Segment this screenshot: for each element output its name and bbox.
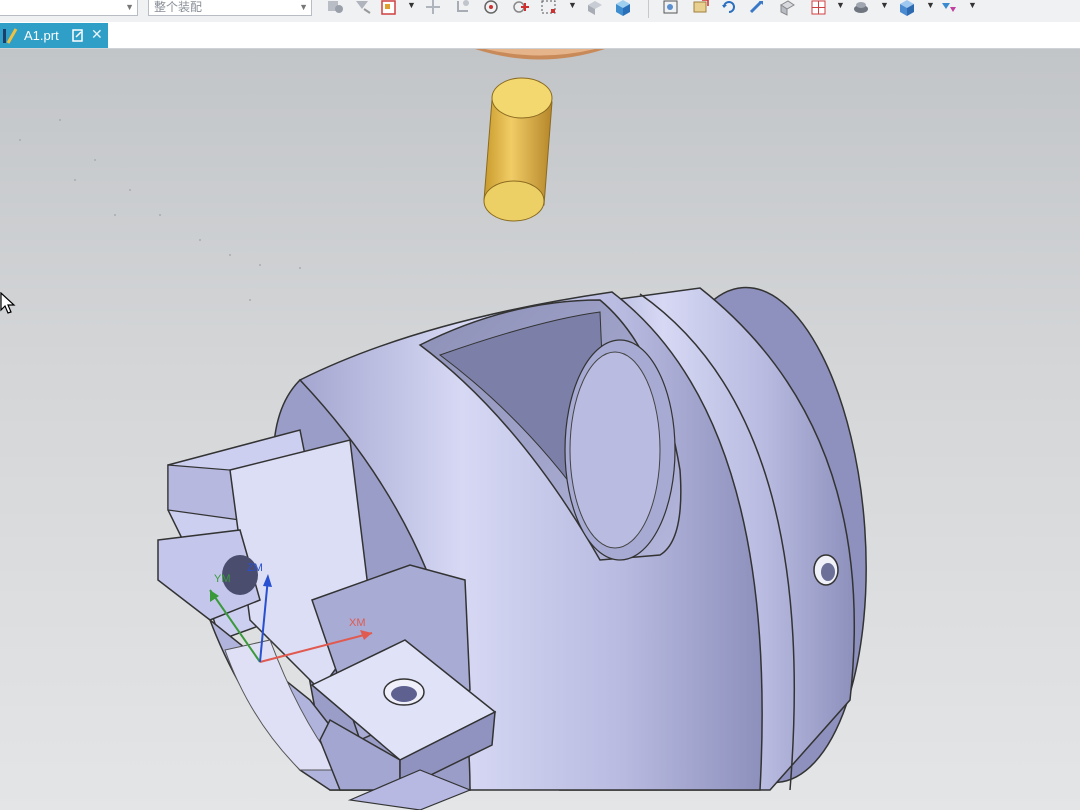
chevron-down-icon[interactable]: ▼ <box>926 0 935 10</box>
filter-view-icon[interactable] <box>938 0 960 17</box>
chevron-down-icon[interactable]: ▼ <box>407 0 416 10</box>
chevron-down-icon[interactable]: ▼ <box>968 0 977 10</box>
chevron-down-icon[interactable]: ▼ <box>836 0 845 10</box>
fit-view-icon[interactable] <box>660 0 682 17</box>
view-cube-icon[interactable] <box>896 0 918 17</box>
cube-icon[interactable] <box>612 0 634 17</box>
selection-scope-combo[interactable]: 整个装配 ▼ <box>148 0 312 16</box>
view-3d-icon[interactable] <box>584 0 606 17</box>
snap-point-icon[interactable] <box>324 0 346 17</box>
chevron-down-icon[interactable]: ▼ <box>880 0 889 10</box>
circle-center-icon[interactable] <box>480 0 502 17</box>
tab-label: A1.prt <box>24 28 59 43</box>
background-dust <box>19 119 301 301</box>
chevron-down-icon[interactable]: ▼ <box>568 0 577 10</box>
mouse-cursor-icon <box>0 292 16 314</box>
intersection-icon[interactable] <box>510 0 532 17</box>
filter-combo[interactable]: ▼ <box>0 0 138 16</box>
tool-holder[interactable] <box>475 49 605 222</box>
selection-scope-value: 整个装配 <box>154 0 203 14</box>
chevron-down-icon[interactable]: ▼ <box>125 0 134 17</box>
modified-icon <box>72 29 83 42</box>
toolbar-separator <box>648 0 649 18</box>
shade-icon[interactable] <box>850 0 872 17</box>
layout-icon[interactable] <box>808 0 830 17</box>
graphics-viewport[interactable]: XM YM ZM <box>0 49 1080 810</box>
machined-part[interactable] <box>157 280 882 810</box>
close-icon[interactable]: ✕ <box>91 26 103 43</box>
y-axis-label: YM <box>214 573 231 585</box>
x-axis-label: XM <box>349 617 366 629</box>
point-icon[interactable] <box>422 0 444 17</box>
z-axis-label: ZM <box>247 562 263 574</box>
chevron-down-icon[interactable]: ▼ <box>299 0 308 17</box>
part-file-icon <box>3 28 18 44</box>
document-tab-bar: A1.prt ✕ <box>0 22 1080 49</box>
move-icon[interactable] <box>452 0 474 17</box>
orient-icon[interactable] <box>690 0 712 17</box>
model-scene: XM YM ZM <box>19 49 882 810</box>
render-icon[interactable] <box>776 0 798 17</box>
pan-icon[interactable] <box>746 0 768 17</box>
tab-a1-prt[interactable]: A1.prt ✕ <box>0 23 108 48</box>
face-select-icon[interactable] <box>378 0 400 17</box>
select-filter-icon[interactable] <box>352 0 374 17</box>
box-select-icon[interactable] <box>538 0 560 17</box>
main-toolbar: ▼ 整个装配 ▼ ▼ ▼ ▼ ▼ ▼ ▼ <box>0 0 1080 23</box>
rotate-icon[interactable] <box>718 0 740 17</box>
